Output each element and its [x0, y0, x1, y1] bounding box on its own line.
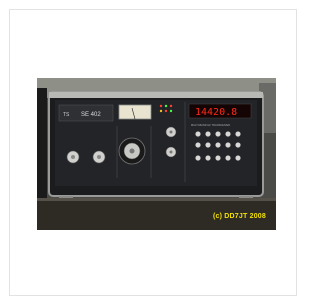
- svg-text:TS: TS: [63, 112, 70, 118]
- panel-text: MULTI-BAND HF TRANSCEIVER: [191, 123, 230, 127]
- signal-meter: [118, 104, 152, 120]
- frequency-readout: 14420.8: [195, 107, 237, 118]
- copyright-caption: (c) DD7JT 2008: [213, 213, 266, 220]
- radio-photo: TS SE 402 14420.8 MULTI-BAND HF TRANSCEI…: [37, 78, 276, 230]
- radio-transceiver-illustration: TS SE 402 14420.8 MULTI-BAND HF TRANSCEI…: [37, 78, 276, 230]
- brand-label: SE 402: [81, 112, 101, 118]
